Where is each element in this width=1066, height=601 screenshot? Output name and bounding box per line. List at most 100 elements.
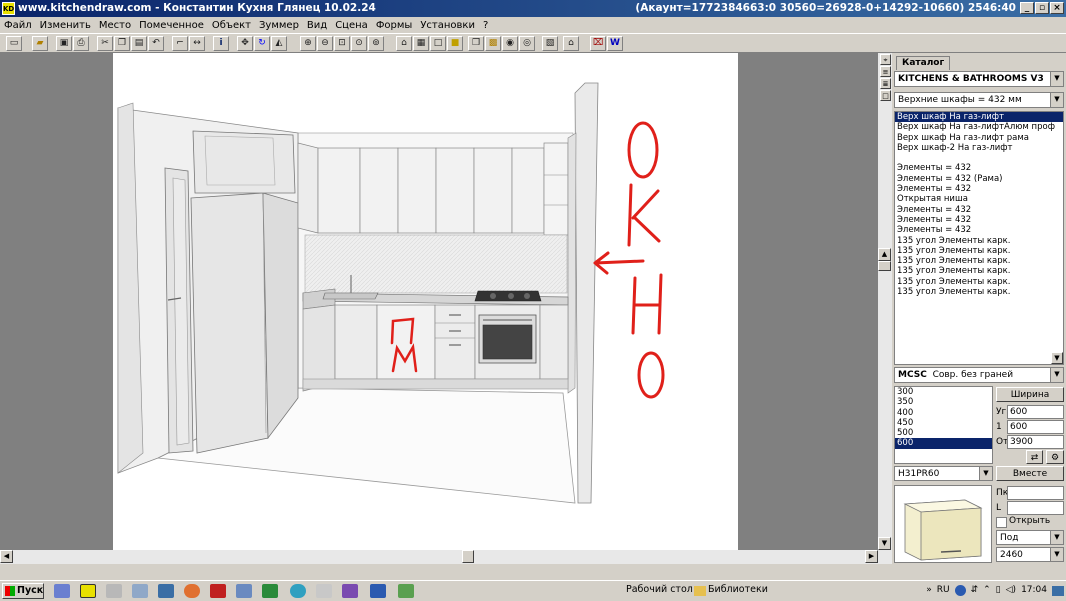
width-button[interactable]: Ширина <box>996 387 1064 402</box>
width-option[interactable]: 450 <box>895 418 992 428</box>
list-item[interactable]: 135 угол Элементы карк. <box>895 277 1063 287</box>
menu-object[interactable]: Объект <box>212 20 251 31</box>
width-option[interactable]: 400 <box>895 408 992 418</box>
move-icon[interactable]: ✥ <box>237 36 253 51</box>
box-icon[interactable]: ■ <box>447 36 463 51</box>
explorer-icon[interactable] <box>132 584 148 598</box>
battery-icon[interactable]: ▯ <box>996 583 1001 598</box>
horizontal-scrollbar[interactable]: ◀ ▶ <box>0 550 878 564</box>
width-option[interactable]: 600 <box>895 438 992 449</box>
door-icon[interactable]: ⌧ <box>590 36 606 51</box>
clock[interactable]: 17:04 <box>1021 583 1047 598</box>
maximize-button[interactable]: ▫ <box>1035 2 1049 14</box>
zoom-in-icon[interactable]: ⊕ <box>300 36 316 51</box>
dimension-icon[interactable]: ⌐ <box>172 36 188 51</box>
media-icon[interactable] <box>158 584 174 598</box>
app-icon-green[interactable] <box>398 584 414 598</box>
category-select[interactable]: Верхние шкафы = 432 мм ▼ <box>894 92 1064 108</box>
paste-icon[interactable]: ▤ <box>131 36 147 51</box>
catalog-item-list[interactable]: Верх шкаф На газ-лифт Верх шкаф На газ-л… <box>894 111 1064 365</box>
arrow-up-icon[interactable]: ⌃ <box>983 583 991 598</box>
measure-icon[interactable]: ↔ <box>189 36 205 51</box>
network-icon[interactable] <box>316 584 332 598</box>
swap-icon[interactable]: ⇄ <box>1026 450 1043 464</box>
plan-view-icon[interactable]: ⌂ <box>396 36 412 51</box>
param-offset-input[interactable]: 3900 <box>1007 435 1064 449</box>
layout-icon[interactable]: □ <box>880 90 891 101</box>
list-item[interactable]: 135 угол Элементы карк. <box>895 266 1063 276</box>
width-list[interactable]: 300 350 400 450 500 600 <box>894 386 993 464</box>
l-input[interactable] <box>1007 501 1064 515</box>
camera-icon[interactable]: ◉ <box>502 36 518 51</box>
kitchendraw-icon[interactable] <box>80 584 96 598</box>
list-item[interactable]: 135 угол Элементы карк. <box>895 236 1063 246</box>
info-icon[interactable]: i <box>213 36 229 51</box>
mirror-icon[interactable]: ◭ <box>271 36 287 51</box>
finish-select[interactable]: MCSC Совр. без граней ▼ <box>894 367 1064 383</box>
scroll-down-icon[interactable]: ▼ <box>878 537 891 550</box>
photo-icon[interactable]: ◎ <box>519 36 535 51</box>
list-item[interactable]: Элементы = 432 <box>895 163 1063 173</box>
list-item[interactable]: Элементы = 432 <box>895 225 1063 235</box>
menu-forms[interactable]: Формы <box>376 20 413 31</box>
viber-icon[interactable] <box>54 584 70 598</box>
rotate-icon[interactable]: ↻ <box>254 36 270 51</box>
list-item[interactable]: 135 угол Элементы карк. <box>895 256 1063 266</box>
list-item[interactable]: Верх шкаф-2 На газ-лифт <box>895 143 1063 153</box>
list-item[interactable]: Верх шкаф На газ-лифт рама <box>895 133 1063 143</box>
close-button[interactable]: × <box>1050 2 1064 14</box>
width-option[interactable]: 500 <box>895 428 992 438</box>
list-scroll-down-icon[interactable]: ▼ <box>1051 352 1063 364</box>
user-icon[interactable] <box>342 584 358 598</box>
model-code-select[interactable]: H31PR60 ▼ <box>894 466 993 481</box>
chrome-icon[interactable] <box>184 584 200 598</box>
minimize-button[interactable]: _ <box>1020 2 1034 14</box>
tab-catalog[interactable]: Каталог <box>896 56 951 70</box>
width-option[interactable]: 300 <box>895 387 992 397</box>
help-icon[interactable] <box>954 585 966 596</box>
zoom-all-icon[interactable]: ⊚ <box>368 36 384 51</box>
word-taskbar-icon[interactable] <box>370 584 386 598</box>
options-icon[interactable]: ⚙ <box>1046 450 1064 464</box>
menu-zoom[interactable]: Зуммер <box>259 20 299 31</box>
menu-edit[interactable]: Изменить <box>40 20 91 31</box>
insert-button[interactable]: Вместе <box>996 466 1064 481</box>
pk-input[interactable] <box>1007 486 1064 500</box>
menu-scene[interactable]: Сцена <box>335 20 368 31</box>
excel-icon[interactable] <box>262 584 278 598</box>
house-icon[interactable]: ⌂ <box>563 36 579 51</box>
gallery-icon[interactable]: ▧ <box>542 36 558 51</box>
list-item[interactable]: Элементы = 432 (Рама) <box>895 174 1063 184</box>
menu-settings[interactable]: Установки <box>420 20 475 31</box>
height-select[interactable]: 2460 ▼ <box>996 547 1064 562</box>
list-item[interactable]: Элементы = 432 <box>895 215 1063 225</box>
menu-place[interactable]: Место <box>99 20 131 31</box>
desktop-label[interactable]: Рабочий стол <box>626 584 693 595</box>
param-depth-input[interactable]: 600 <box>1007 405 1064 419</box>
list-item[interactable]: Верх шкаф На газ-лифт <box>895 112 1063 123</box>
catalog-select[interactable]: KITCHENS & BATHROOMS V3 ▼ <box>894 71 1064 87</box>
3d-box-icon[interactable]: ❒ <box>468 36 484 51</box>
vscroll-thumb[interactable] <box>878 261 891 271</box>
menu-marked[interactable]: Помеченное <box>139 20 204 31</box>
list-item[interactable]: Элементы = 432 <box>895 205 1063 215</box>
pdf-icon[interactable] <box>210 584 226 598</box>
print-icon[interactable]: ⎙ <box>73 36 89 51</box>
position-select[interactable]: Под ▼ <box>996 530 1064 545</box>
menu-help[interactable]: ? <box>483 20 488 31</box>
scroll-up-icon[interactable]: ▲ <box>878 248 891 261</box>
open-checkbox[interactable] <box>996 517 1007 528</box>
solid-icon[interactable]: ▩ <box>485 36 501 51</box>
zoom-prev-icon[interactable]: ⊙ <box>351 36 367 51</box>
save-icon[interactable]: ▣ <box>56 36 72 51</box>
catalog-icon[interactable]: ≡ <box>880 66 891 77</box>
list-item[interactable] <box>895 153 1063 163</box>
menu-view[interactable]: Вид <box>307 20 327 31</box>
scene-viewport[interactable] <box>0 53 878 550</box>
front-view-icon[interactable]: ▦ <box>413 36 429 51</box>
list-item[interactable]: 135 угол Элементы карк. <box>895 287 1063 297</box>
show-desktop-icon[interactable] <box>1052 585 1064 596</box>
settings-icon[interactable] <box>290 584 306 598</box>
undo-icon[interactable]: ↶ <box>148 36 164 51</box>
tray-expand-icon[interactable]: » <box>926 583 932 598</box>
